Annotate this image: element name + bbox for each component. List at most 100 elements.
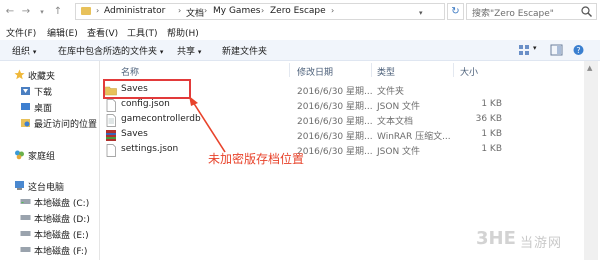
back-arrow-icon[interactable]: ← — [4, 6, 16, 18]
sidebar-item-label: 本地磁盘 (F:) — [34, 247, 88, 257]
chevron-down-icon: ▾ — [32, 48, 37, 56]
file-row[interactable]: gamecontrollerdb 2016/6/30 星期... 文本文档 36… — [100, 113, 582, 128]
hard-drive-icon — [20, 231, 31, 236]
view-dropdown-icon[interactable]: ▾ — [533, 44, 537, 52]
organize-button[interactable]: 组织 ▾ — [12, 44, 36, 57]
sidebar-item-label: 本地磁盘 (D:) — [34, 215, 90, 225]
breadcrumb-item[interactable]: Zero Escape — [270, 6, 326, 16]
refresh-icon[interactable]: ↻ — [447, 3, 464, 20]
sidebar-item-label: 收藏夹 — [28, 72, 56, 82]
sidebar-item-drive-c[interactable]: 本地磁盘 (C:) — [0, 194, 99, 209]
address-dropdown-icon[interactable]: ▾ — [419, 9, 423, 17]
sidebar-item-drive-f[interactable]: 本地磁盘 (F:) — [0, 242, 99, 257]
preview-pane-icon[interactable] — [550, 44, 563, 56]
file-size: 1 KB — [481, 99, 502, 109]
sidebar-item-downloads[interactable]: 下载 — [0, 83, 99, 98]
address-bar-row: ← → ▾ ↑ › Administrator › 文档 › My Games … — [0, 0, 600, 24]
file-row[interactable]: settings.json 2016/6/30 星期... JSON 文件 1 … — [100, 143, 582, 158]
sidebar-item-desktop[interactable]: 桌面 — [0, 99, 99, 114]
file-date: 2016/6/30 星期... — [297, 102, 373, 112]
breadcrumb-separator-icon: › — [331, 6, 335, 15]
navigation-pane: 收藏夹 下载 桌面 最近访问的位置 家庭组 这台电脑 本地磁盘 (C:) 本地磁… — [0, 61, 100, 260]
star-icon — [14, 69, 25, 80]
sidebar-item-drive-e[interactable]: 本地磁盘 (E:) — [0, 226, 99, 241]
column-header-size[interactable]: 大小 — [460, 65, 478, 78]
sidebar-item-label: 最近访问的位置 — [34, 120, 98, 130]
share-label: 共享 — [177, 47, 196, 57]
menu-edit[interactable]: 编辑(E) — [47, 26, 78, 39]
breadcrumb-separator-icon: › — [178, 6, 182, 15]
menu-file[interactable]: 文件(F) — [6, 26, 36, 39]
file-size: 36 KB — [475, 114, 502, 124]
new-folder-button[interactable]: 新建文件夹 — [222, 44, 267, 57]
chevron-down-icon: ▾ — [159, 48, 164, 56]
column-header-date[interactable]: 修改日期 — [297, 65, 333, 78]
search-placeholder: 搜索"Zero Escape" — [472, 9, 554, 19]
document-icon — [106, 144, 116, 157]
column-divider[interactable] — [371, 63, 372, 77]
view-options-icon[interactable] — [518, 44, 531, 56]
help-icon[interactable]: ? — [572, 44, 585, 56]
annotation-highlight-box — [103, 79, 191, 99]
search-input[interactable]: 搜索"Zero Escape" — [466, 3, 597, 20]
download-icon — [21, 87, 30, 95]
menu-view[interactable]: 查看(V) — [87, 26, 118, 39]
file-name: Saves — [121, 129, 148, 139]
column-header-name[interactable]: 名称 — [121, 65, 139, 78]
text-document-icon — [106, 114, 116, 127]
sidebar-item-recent-places[interactable]: 最近访问的位置 — [0, 115, 99, 130]
hard-drive-icon — [20, 215, 31, 220]
menu-help[interactable]: 帮助(H) — [167, 26, 199, 39]
winrar-archive-icon — [106, 130, 116, 141]
sidebar-item-label: 下载 — [34, 88, 53, 98]
sidebar-item-label: 本地磁盘 (C:) — [34, 199, 90, 209]
recent-locations-dropdown-icon[interactable]: ▾ — [36, 6, 48, 18]
annotation-text: 未加密版存档位置 — [208, 152, 305, 166]
forward-arrow-icon[interactable]: → — [20, 6, 32, 18]
scroll-up-arrow-icon[interactable]: ▲ — [587, 64, 592, 72]
file-type: WinRAR 压缩文... — [377, 132, 451, 142]
organize-label: 组织 — [12, 47, 31, 57]
breadcrumb-item[interactable]: 文档 — [186, 6, 204, 19]
watermark-text: 当游网 — [520, 236, 563, 251]
chevron-down-icon: ▾ — [197, 48, 202, 56]
sidebar-item-label: 这台电脑 — [28, 183, 65, 193]
sidebar-item-drive-d[interactable]: 本地磁盘 (D:) — [0, 210, 99, 225]
search-icon[interactable] — [580, 5, 593, 18]
file-size: 1 KB — [481, 144, 502, 154]
column-header-type[interactable]: 类型 — [377, 65, 395, 78]
file-row[interactable]: Saves 2016/6/30 星期... WinRAR 压缩文... 1 KB — [100, 128, 582, 143]
file-row[interactable]: config.json 2016/6/30 星期... JSON 文件 1 KB — [100, 98, 582, 113]
breadcrumb-item[interactable]: My Games — [213, 6, 260, 16]
computer-icon — [15, 181, 24, 190]
sidebar-item-label: 家庭组 — [28, 152, 56, 162]
sidebar-item-favorites[interactable]: 收藏夹 — [0, 67, 99, 82]
watermark-logo: 3HE — [476, 228, 516, 249]
folder-icon — [81, 7, 91, 15]
up-arrow-icon[interactable]: ↑ — [52, 6, 64, 18]
column-divider[interactable] — [453, 63, 454, 77]
recent-places-icon — [21, 119, 30, 127]
file-type: JSON 文件 — [377, 147, 421, 157]
column-divider[interactable] — [289, 63, 290, 77]
sidebar-item-this-pc[interactable]: 这台电脑 — [0, 178, 99, 193]
breadcrumb-item[interactable]: Administrator — [104, 6, 165, 16]
menu-bar: 文件(F) 编辑(E) 查看(V) 工具(T) 帮助(H) — [0, 24, 600, 40]
vertical-scrollbar[interactable]: ▲ — [584, 61, 598, 260]
file-date: 2016/6/30 星期... — [297, 87, 373, 97]
sidebar-item-homegroup[interactable]: 家庭组 — [0, 147, 99, 162]
document-icon — [106, 99, 116, 112]
menu-tools[interactable]: 工具(T) — [127, 26, 158, 39]
address-field[interactable]: › Administrator › 文档 › My Games › Zero E… — [75, 3, 445, 20]
include-in-library-label: 在库中包含所选的文件夹 — [58, 47, 158, 57]
svg-text:?: ? — [576, 46, 580, 55]
include-in-library-button[interactable]: 在库中包含所选的文件夹 ▾ — [58, 44, 163, 57]
file-date: 2016/6/30 星期... — [297, 147, 373, 157]
file-name: config.json — [121, 99, 170, 109]
file-name: settings.json — [121, 144, 179, 154]
homegroup-icon — [15, 150, 24, 160]
breadcrumb-separator-icon: › — [96, 6, 100, 15]
command-toolbar: 组织 ▾ 在库中包含所选的文件夹 ▾ 共享 ▾ 新建文件夹 ▾ ? — [0, 40, 600, 61]
share-button[interactable]: 共享 ▾ — [177, 44, 201, 57]
hard-drive-icon — [20, 247, 31, 252]
